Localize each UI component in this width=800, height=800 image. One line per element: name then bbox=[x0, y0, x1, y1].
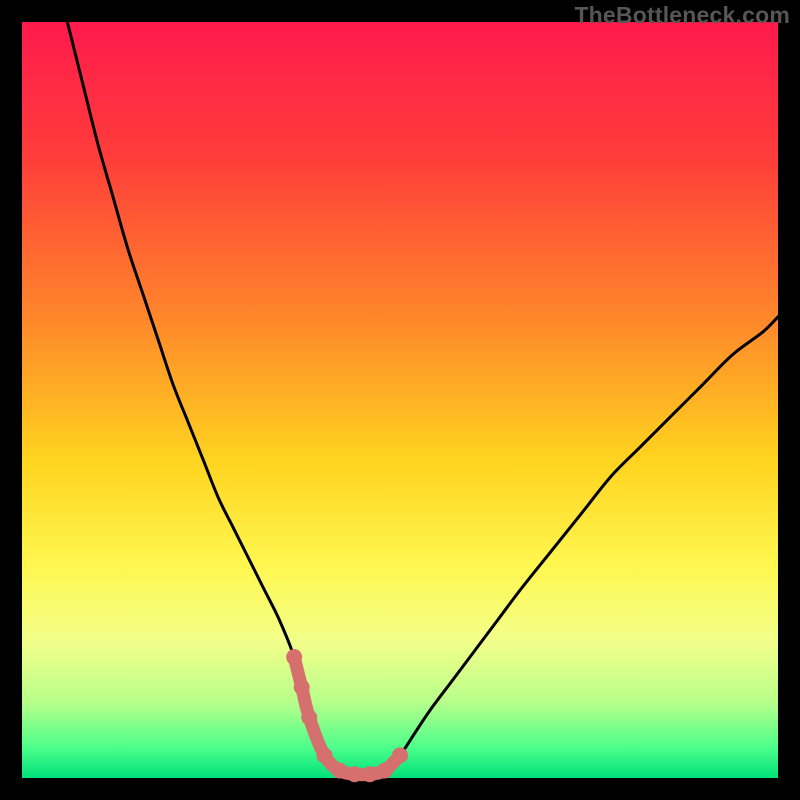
bottleneck-highlight-dot bbox=[347, 766, 363, 782]
bottleneck-highlight-dot bbox=[377, 762, 393, 778]
bottleneck-highlight-dot bbox=[332, 762, 348, 778]
bottleneck-highlight-dot bbox=[301, 710, 317, 726]
chart-frame: TheBottleneck.com bbox=[0, 0, 800, 800]
bottleneck-highlight-dot bbox=[362, 766, 378, 782]
bottleneck-highlight-dot bbox=[294, 679, 310, 695]
chart-curves-svg bbox=[22, 22, 778, 778]
bottleneck-highlight-dot bbox=[286, 649, 302, 665]
bottleneck-curve bbox=[67, 22, 778, 775]
bottleneck-highlight-dot bbox=[316, 747, 332, 763]
watermark-text: TheBottleneck.com bbox=[574, 2, 790, 29]
bottleneck-highlight-dot bbox=[392, 747, 408, 763]
